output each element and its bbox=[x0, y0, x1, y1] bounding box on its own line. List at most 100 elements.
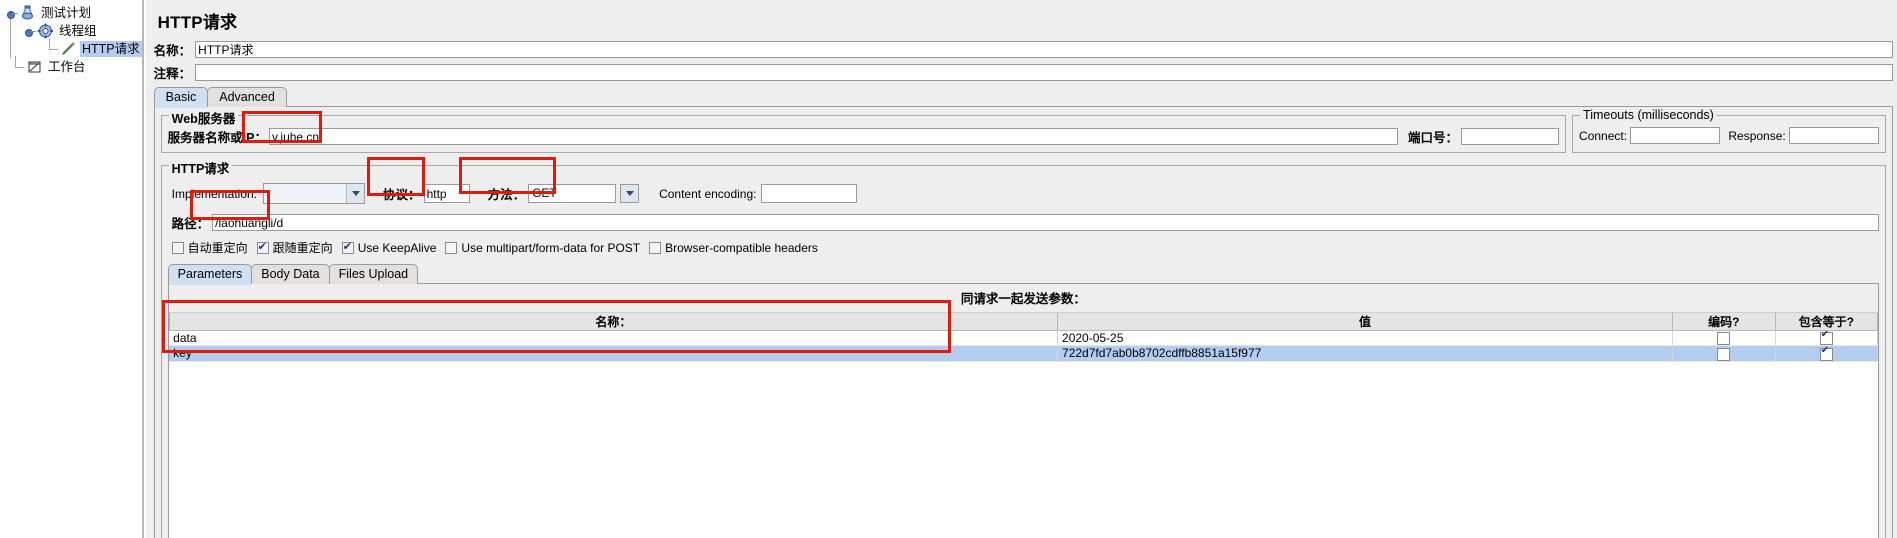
workbench-icon bbox=[26, 59, 43, 75]
tree-label-thread-group: 线程组 bbox=[59, 24, 97, 38]
protocol-input[interactable]: http bbox=[423, 184, 470, 203]
checkbox-auto-redirect[interactable]: 自动重定向 bbox=[171, 239, 248, 256]
tab-files-upload[interactable]: Files Upload bbox=[328, 264, 419, 284]
tree-label-workbench: 工作台 bbox=[48, 60, 86, 74]
test-plan-icon bbox=[19, 5, 36, 21]
tab-basic[interactable]: Basic bbox=[153, 87, 209, 108]
parameters-caption: 同请求一起发送参数： bbox=[168, 284, 1879, 313]
content-encoding-input[interactable] bbox=[761, 184, 858, 203]
cell-param-value[interactable]: 722d7fd7ab0b8702cdffb8851a15f977 bbox=[1057, 345, 1674, 362]
web-server-group-title: Web服务器 bbox=[168, 108, 239, 127]
table-row[interactable]: data 2020-05-25 bbox=[169, 330, 1879, 347]
checkbox-browser-compatible-headers[interactable]: Browser-compatible headers bbox=[649, 241, 818, 255]
implementation-select[interactable] bbox=[263, 183, 366, 204]
checkbox-box-icon[interactable] bbox=[445, 241, 458, 254]
path-input[interactable]: /laohuangli/d bbox=[212, 214, 1880, 231]
http-request-group-title: HTTP请求 bbox=[168, 158, 233, 177]
name-input[interactable]: HTTP请求 bbox=[195, 40, 1894, 58]
column-header-encode[interactable]: 编码? bbox=[1672, 313, 1776, 331]
response-label: Response: bbox=[1728, 128, 1786, 143]
parameters-panel: 同请求一起发送参数： 名称： 值 编码? 包含等于? data 2020-05-… bbox=[167, 284, 1880, 538]
cell-param-name[interactable]: key bbox=[169, 345, 1059, 362]
test-plan-tree[interactable]: 测试计划 线程组 HTTP请求 工作台 bbox=[0, 0, 142, 538]
checkbox-use-keepalive[interactable]: Use KeepAlive bbox=[341, 240, 437, 255]
tree-node-workbench[interactable]: 工作台 bbox=[4, 56, 142, 76]
path-label: 路径： bbox=[171, 217, 210, 231]
cell-param-include-equals[interactable] bbox=[1775, 330, 1879, 347]
tree-elbow-line bbox=[46, 38, 60, 58]
content-encoding-label: Content encoding: bbox=[659, 186, 757, 201]
parameters-table[interactable]: 名称： 值 编码? 包含等于? data 2020-05-25 ✔ key 72… bbox=[168, 313, 1879, 362]
checkbox-box-icon[interactable] bbox=[1819, 346, 1833, 361]
cell-param-name[interactable]: data bbox=[169, 330, 1059, 347]
expand-toggle-icon[interactable] bbox=[6, 7, 18, 19]
http-request-group: HTTP请求 Implementation: 协议： http 方法： GET bbox=[160, 158, 1887, 538]
checkbox-label: Use multipart/form-data for POST bbox=[461, 240, 641, 255]
expand-toggle-icon[interactable] bbox=[24, 25, 36, 37]
column-header-value[interactable]: 值 bbox=[1057, 313, 1674, 331]
checkbox-box-icon[interactable] bbox=[256, 240, 269, 254]
jmeter-window: 测试计划 线程组 HTTP请求 工作台 HTTP请求 名称： HTTP请求 注释… bbox=[0, 0, 1897, 538]
checkbox-box-icon[interactable] bbox=[1717, 347, 1731, 361]
request-options-row: 自动重定向 跟随重定向 Use KeepAlive Use multipart/… bbox=[168, 239, 1879, 256]
checkbox-use-multipart[interactable]: Use multipart/form-data for POST bbox=[445, 241, 640, 255]
tree-node-test-plan[interactable]: 测试计划 bbox=[4, 4, 142, 22]
cell-param-encode[interactable] bbox=[1672, 330, 1776, 347]
method-dropdown-arrow[interactable] bbox=[620, 184, 640, 203]
tree-label-test-plan: 测试计划 bbox=[41, 6, 92, 20]
tree-node-thread-group[interactable]: 线程组 bbox=[4, 22, 142, 40]
tree-label-http-request: HTTP请求 bbox=[80, 41, 142, 57]
server-name-label: 服务器名称或IP： bbox=[167, 131, 267, 145]
web-server-group: Web服务器 服务器名称或IP： v.juhe.cn 端口号： bbox=[160, 108, 1567, 153]
timeouts-group: Timeouts (milliseconds) Connect: Respons… bbox=[1572, 108, 1887, 153]
checkbox-label: 自动重定向 bbox=[187, 241, 248, 255]
tab-body-data[interactable]: Body Data bbox=[251, 264, 330, 284]
connect-label: Connect: bbox=[1579, 128, 1628, 143]
checkbox-label: Use KeepAlive bbox=[357, 240, 437, 255]
method-value[interactable]: GET bbox=[528, 184, 617, 203]
data-tabstrip[interactable]: Parameters Body Data Files Upload bbox=[167, 264, 1880, 285]
method-label: 方法： bbox=[487, 188, 526, 202]
checkbox-follow-redirect[interactable]: 跟随重定向 bbox=[256, 239, 333, 256]
implementation-value bbox=[264, 184, 347, 203]
basic-tab-content: Web服务器 服务器名称或IP： v.juhe.cn 端口号： Timeouts… bbox=[153, 107, 1894, 538]
server-name-input[interactable]: v.juhe.cn bbox=[268, 128, 1399, 145]
implementation-label: Implementation: bbox=[171, 186, 258, 201]
comment-label: 注释： bbox=[153, 66, 192, 81]
tree-node-http-request[interactable]: HTTP请求 bbox=[4, 38, 142, 58]
cell-param-value[interactable]: 2020-05-25 bbox=[1057, 330, 1674, 347]
checkbox-box-icon[interactable] bbox=[1819, 331, 1833, 345]
connect-input[interactable] bbox=[1630, 127, 1721, 144]
table-header-row: 名称： 值 编码? 包含等于? bbox=[168, 313, 1879, 331]
port-input[interactable] bbox=[1461, 128, 1560, 145]
port-label: 端口号： bbox=[1408, 131, 1459, 145]
table-row[interactable]: key 722d7fd7ab0b8702cdffb8851a15f977 bbox=[169, 345, 1879, 362]
tree-trunk-line bbox=[10, 14, 11, 58]
http-request-icon bbox=[60, 41, 77, 57]
checkbox-box-icon[interactable] bbox=[649, 241, 662, 254]
column-header-name[interactable]: 名称： bbox=[168, 313, 1059, 331]
name-label: 名称： bbox=[153, 43, 192, 58]
protocol-label: 协议： bbox=[383, 188, 421, 202]
column-header-include-equals[interactable]: 包含等于? bbox=[1774, 313, 1879, 331]
cell-param-include-equals[interactable] bbox=[1775, 345, 1879, 362]
timeouts-group-title: Timeouts (milliseconds) bbox=[1580, 108, 1717, 122]
comment-row: 注释： bbox=[153, 62, 1894, 82]
checkbox-box-icon[interactable] bbox=[1717, 332, 1731, 345]
comment-input[interactable] bbox=[195, 63, 1894, 81]
page-title: HTTP请求 bbox=[157, 13, 238, 32]
chevron-down-icon[interactable] bbox=[346, 184, 365, 203]
name-row: 名称： HTTP请求 bbox=[153, 39, 1894, 59]
tree-elbow-line bbox=[12, 56, 26, 76]
http-request-editor: HTTP请求 名称： HTTP请求 注释： Basic Advanced Web… bbox=[143, 0, 1897, 538]
checkbox-label: 跟随重定向 bbox=[272, 241, 333, 255]
thread-group-icon bbox=[37, 23, 54, 39]
checkbox-box-icon[interactable] bbox=[171, 241, 184, 254]
tab-advanced[interactable]: Advanced bbox=[207, 87, 287, 107]
main-tabstrip[interactable]: Basic Advanced bbox=[153, 86, 1897, 108]
tab-parameters[interactable]: Parameters bbox=[167, 264, 253, 285]
cell-param-encode[interactable] bbox=[1672, 345, 1776, 362]
checkbox-box-icon[interactable] bbox=[341, 240, 354, 254]
response-input[interactable] bbox=[1788, 127, 1880, 144]
checkbox-label: Browser-compatible headers bbox=[665, 240, 818, 255]
